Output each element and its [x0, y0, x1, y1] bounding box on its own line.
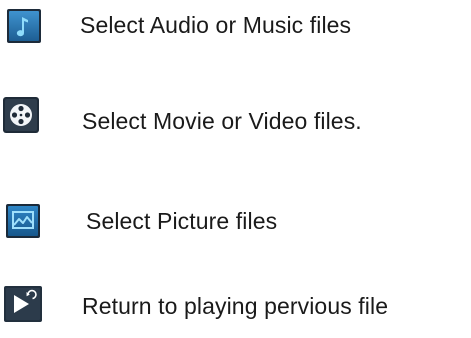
- video-option-row: Select Movie or Video files.: [0, 97, 471, 137]
- picture-option-row: Select Picture files: [0, 198, 471, 238]
- return-option-label: Return to playing pervious file: [82, 293, 389, 319]
- return-option-row: Return to playing pervious file: [0, 284, 471, 324]
- film-reel-icon[interactable]: [3, 97, 39, 133]
- music-note-icon[interactable]: [6, 8, 42, 44]
- audio-option-label: Select Audio or Music files: [80, 12, 352, 38]
- return-play-icon[interactable]: [4, 286, 42, 322]
- audio-option-row: Select Audio or Music files: [0, 5, 471, 45]
- video-option-label: Select Movie or Video files.: [82, 108, 362, 134]
- picture-option-label: Select Picture files: [86, 208, 278, 234]
- picture-icon[interactable]: [5, 203, 41, 239]
